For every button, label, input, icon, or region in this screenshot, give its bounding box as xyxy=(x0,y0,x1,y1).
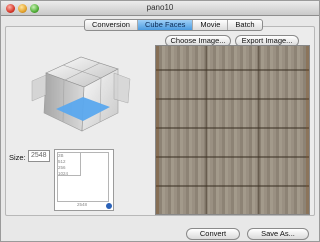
image-preview xyxy=(155,45,310,215)
size-preview: 2B 512 256 1024 2548 xyxy=(54,149,114,211)
size-preview-label: 1024 xyxy=(58,171,69,176)
app-window: pano10 Conversion Cube Faces Movie Batch… xyxy=(0,0,320,242)
tab-batch[interactable]: Batch xyxy=(228,20,261,30)
size-label: Size: xyxy=(9,153,26,162)
size-preview-label: 256 xyxy=(58,165,66,170)
resize-handle-icon[interactable] xyxy=(106,203,112,209)
preview-edge xyxy=(156,46,159,214)
title-bar: pano10 xyxy=(1,1,319,16)
size-field[interactable]: 2548 xyxy=(28,150,50,162)
preview-edge xyxy=(306,46,309,214)
size-preview-bottom-label: 2548 xyxy=(77,202,88,207)
tab-cube-faces[interactable]: Cube Faces xyxy=(137,20,194,30)
convert-button[interactable]: Convert xyxy=(186,228,240,240)
cube-faces-icon[interactable] xyxy=(26,51,136,141)
window-title: pano10 xyxy=(146,3,174,12)
tab-conversion[interactable]: Conversion xyxy=(85,20,138,30)
size-preview-label: 2B xyxy=(58,153,64,158)
save-as-button[interactable]: Save As... xyxy=(247,228,309,240)
tab-bar: Conversion Cube Faces Movie Batch xyxy=(84,19,263,31)
size-preview-label: 512 xyxy=(58,159,66,164)
tab-movie[interactable]: Movie xyxy=(193,20,229,30)
